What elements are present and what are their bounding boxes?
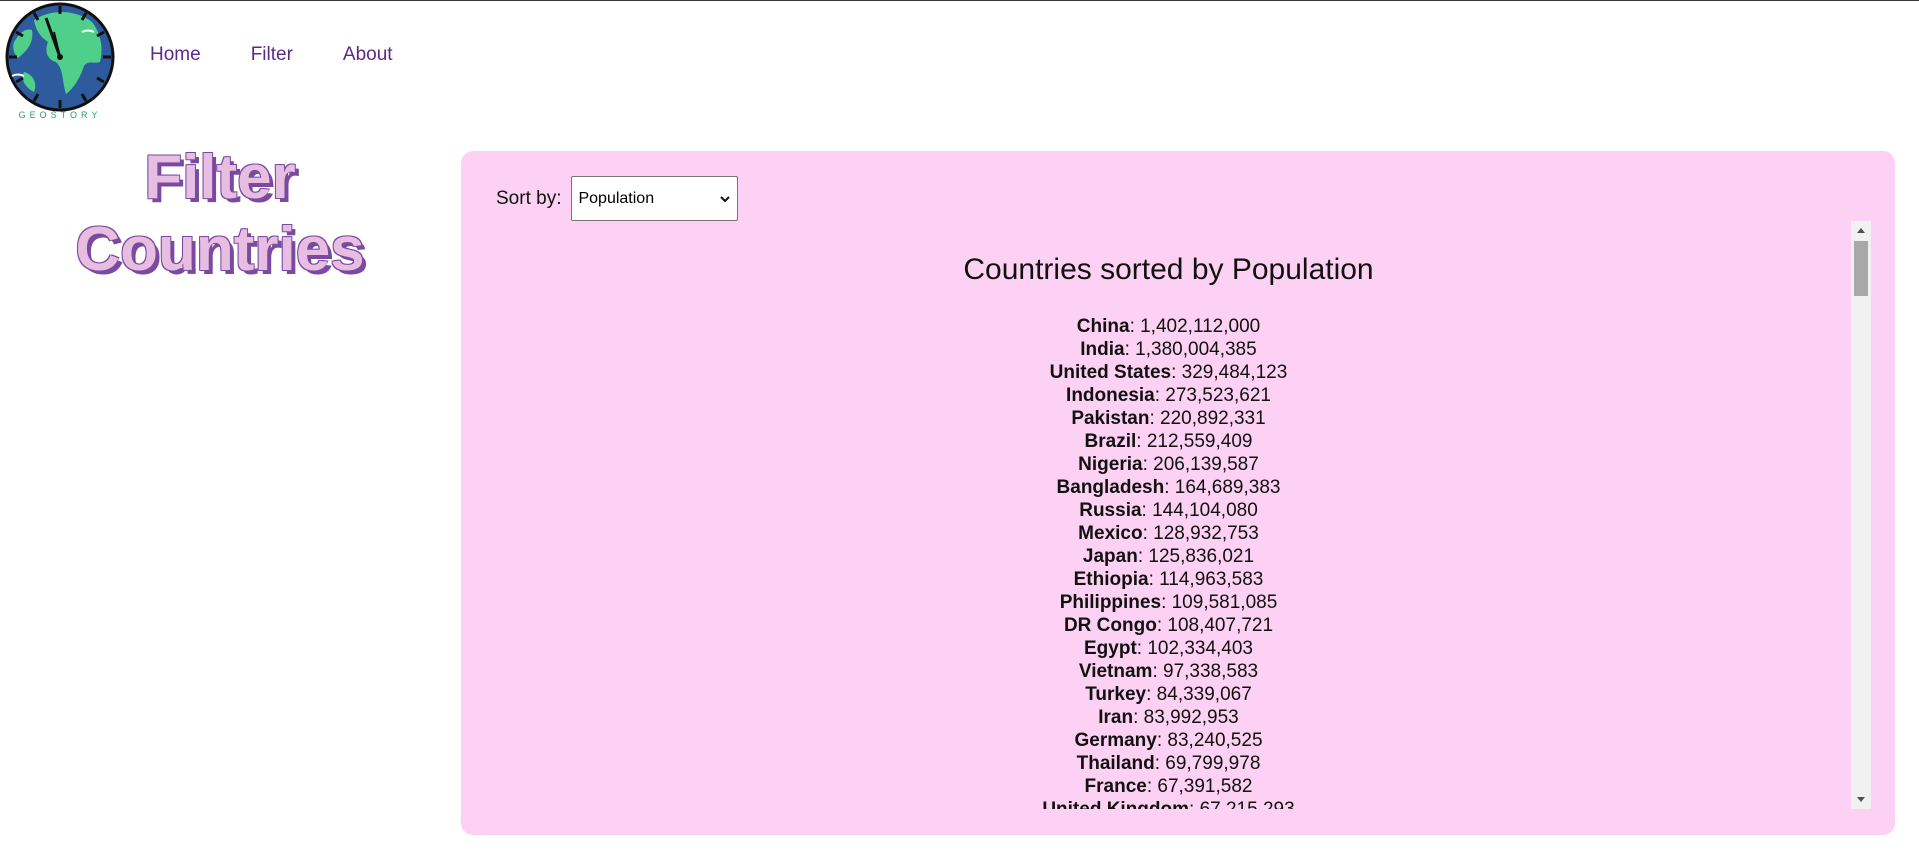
page-title: Filter Countries xyxy=(40,142,400,286)
country-population: : 108,407,721 xyxy=(1156,615,1274,636)
country-name: Thailand xyxy=(1076,753,1155,774)
chevron-down-icon xyxy=(720,195,731,202)
country-name: Pakistan xyxy=(1071,408,1150,429)
list-item: Iran: 83,992,953 xyxy=(486,706,1851,729)
country-population: : 206,139,587 xyxy=(1142,454,1259,475)
country-name: Russia xyxy=(1079,500,1142,521)
country-name: Iran xyxy=(1098,707,1134,728)
country-list: China: 1,402,112,000 India: 1,380,004,385… xyxy=(486,315,1851,809)
country-population: : 329,484,123 xyxy=(1171,362,1288,383)
list-item: Japan: 125,836,021 xyxy=(486,545,1851,568)
country-name: India xyxy=(1080,339,1125,360)
country-population: : 220,892,331 xyxy=(1149,408,1266,429)
country-population: : 102,334,403 xyxy=(1136,638,1253,659)
scrollbar-thumb[interactable] xyxy=(1854,241,1868,296)
sort-label: Sort by: xyxy=(496,187,562,209)
country-population: : 69,799,978 xyxy=(1154,753,1261,774)
list-item: India: 1,380,004,385 xyxy=(486,338,1851,361)
list-item: Thailand: 69,799,978 xyxy=(486,752,1851,775)
list-item: Brazil: 212,559,409 xyxy=(486,430,1851,453)
country-name: Bangladesh xyxy=(1056,477,1165,498)
country-name: China xyxy=(1076,316,1130,337)
country-population: : 114,963,583 xyxy=(1148,569,1264,590)
country-population: : 97,338,583 xyxy=(1152,661,1259,682)
country-population: : 1,402,112,000 xyxy=(1129,316,1261,337)
sort-controls: Sort by: Population xyxy=(496,176,739,221)
main-nav: Home Filter About xyxy=(150,44,393,66)
list-scrollbar[interactable] xyxy=(1851,221,1871,809)
list-item: United Kingdom: 67,215,293 xyxy=(486,798,1851,809)
country-name: Nigeria xyxy=(1078,454,1143,475)
country-population: : 84,339,067 xyxy=(1146,684,1252,705)
country-population: : 1,380,004,385 xyxy=(1124,339,1257,360)
scroll-down-button[interactable] xyxy=(1851,791,1871,809)
country-population: : 125,836,021 xyxy=(1137,546,1255,567)
country-population: : 212,559,409 xyxy=(1136,431,1253,452)
list-item: Indonesia: 273,523,621 xyxy=(486,384,1851,407)
country-name: United Kingdom xyxy=(1042,799,1189,809)
list-item: Mexico: 128,932,753 xyxy=(486,522,1851,545)
country-list-scroll-area[interactable]: Countries sorted by Population China: 1,… xyxy=(486,221,1851,809)
page-title-line1: Filter xyxy=(144,143,296,212)
country-name: Turkey xyxy=(1085,684,1147,705)
country-name: Japan xyxy=(1082,546,1138,567)
globe-clock-icon: GEOSTORY xyxy=(5,2,115,120)
country-name: Vietnam xyxy=(1078,661,1153,682)
window-top-border xyxy=(0,0,1919,1)
country-population: : 144,104,080 xyxy=(1141,500,1258,521)
nav-home-link[interactable]: Home xyxy=(150,44,201,66)
list-item: Philippines: 109,581,085 xyxy=(486,591,1851,614)
country-name: Brazil xyxy=(1084,431,1137,452)
list-item: Russia: 144,104,080 xyxy=(486,499,1851,522)
country-population: : 164,689,383 xyxy=(1164,477,1281,498)
country-population: : 67,215,293 xyxy=(1189,799,1295,809)
page-title-line2: Countries xyxy=(75,215,365,284)
list-item: Nigeria: 206,139,587 xyxy=(486,453,1851,476)
sort-select[interactable]: Population xyxy=(571,176,739,221)
logo-wordmark: GEOSTORY xyxy=(19,110,102,120)
country-name: Indonesia xyxy=(1066,385,1155,406)
nav-about-link[interactable]: About xyxy=(343,44,393,66)
list-item: Pakistan: 220,892,331 xyxy=(486,407,1851,430)
country-name: Philippines xyxy=(1059,592,1162,613)
list-item: DR Congo: 108,407,721 xyxy=(486,614,1851,637)
list-item: China: 1,402,112,000 xyxy=(486,315,1851,338)
list-item: France: 67,391,582 xyxy=(486,775,1851,798)
country-name: Germany xyxy=(1074,730,1157,751)
triangle-down-icon xyxy=(1857,797,1865,802)
country-population: : 109,581,085 xyxy=(1161,592,1278,613)
list-item: Germany: 83,240,525 xyxy=(486,729,1851,752)
country-name: Mexico xyxy=(1078,523,1143,544)
list-item: Bangladesh: 164,689,383 xyxy=(486,476,1851,499)
list-item: Ethiopia: 114,963,583 xyxy=(486,568,1851,591)
triangle-up-icon xyxy=(1857,228,1865,233)
list-item: Turkey: 84,339,067 xyxy=(486,683,1851,706)
country-name: Egypt xyxy=(1084,638,1137,659)
country-population: : 83,992,953 xyxy=(1133,707,1239,728)
sort-select-value: Population xyxy=(578,189,655,207)
country-population: : 273,523,621 xyxy=(1154,385,1271,406)
scroll-up-button[interactable] xyxy=(1851,221,1871,239)
geostory-logo[interactable]: GEOSTORY xyxy=(4,2,116,120)
list-title: Countries sorted by Population xyxy=(963,253,1374,286)
nav-filter-link[interactable]: Filter xyxy=(251,44,293,66)
country-population: : 67,391,582 xyxy=(1146,776,1253,797)
country-population: : 128,932,753 xyxy=(1142,523,1259,544)
country-population: : 83,240,525 xyxy=(1156,730,1263,751)
list-item: United States: 329,484,123 xyxy=(486,361,1851,384)
country-name: France xyxy=(1084,776,1147,797)
country-name: Ethiopia xyxy=(1073,569,1149,590)
list-item: Vietnam: 97,338,583 xyxy=(486,660,1851,683)
country-name: DR Congo xyxy=(1063,615,1157,636)
country-name: United States xyxy=(1049,362,1172,383)
filter-panel: Sort by: Population Countries sorted by … xyxy=(461,151,1895,835)
list-item: Egypt: 102,334,403 xyxy=(486,637,1851,660)
